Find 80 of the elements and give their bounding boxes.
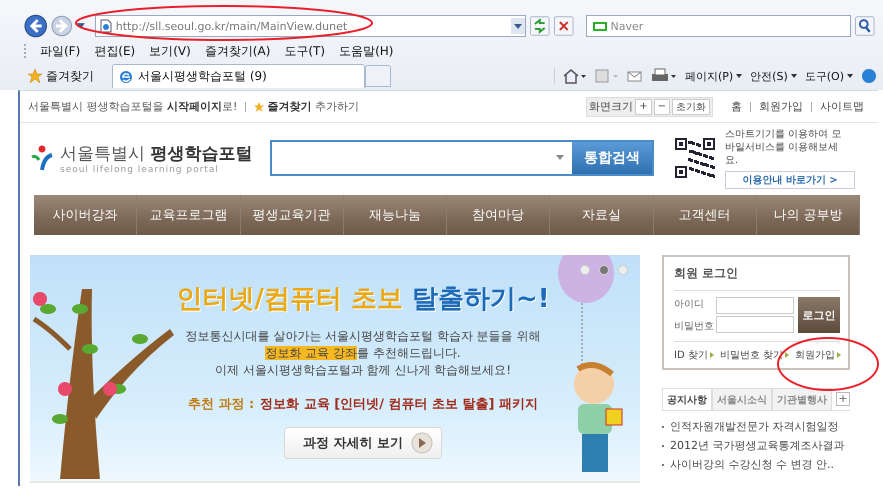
home-icon[interactable] <box>562 68 587 84</box>
arrow-icon <box>837 352 842 358</box>
printer-icon[interactable] <box>650 68 677 84</box>
new-tab-button[interactable] <box>365 65 391 87</box>
caret-icon <box>790 74 797 78</box>
caret-icon <box>736 74 742 78</box>
logo-subtitle: seoul lifelong learning portal <box>60 164 220 174</box>
logo-title[interactable]: 서울특별시 평생학습포털 <box>60 142 252 164</box>
id-field[interactable] <box>716 297 794 314</box>
account-link[interactable]: 회원가입 <box>795 348 842 362</box>
star-icon <box>254 102 264 112</box>
add-favorite-link[interactable]: 즐겨찾기 추가하기 <box>254 99 359 114</box>
top-link[interactable]: 회원가입 <box>759 99 803 114</box>
nav-item[interactable]: 자료실 <box>550 195 654 235</box>
nav-item[interactable]: 고객센터 <box>654 195 757 235</box>
id-label: 아이디 <box>674 298 705 311</box>
top-link[interactable]: 사이트맵 <box>820 99 864 114</box>
login-title: 회원 로그인 <box>674 263 840 291</box>
menu-item[interactable]: 즐겨찾기(A) <box>204 42 270 60</box>
globe-e-icon <box>119 70 133 84</box>
favorites-button[interactable]: 즐겨찾기 <box>24 68 98 84</box>
address-text: http://sll.seoul.go.kr/main/MainView.dunet <box>116 20 348 32</box>
refresh-icon[interactable] <box>530 16 550 36</box>
news-link[interactable]: 사이버강의 수강신청 수 변경 안.. <box>670 457 834 472</box>
news-link[interactable]: 인적자원개발전문가 자격시험일정 <box>670 419 838 434</box>
search-placeholder: Naver <box>610 20 644 32</box>
zoom-reset-button[interactable]: 초기화 <box>672 98 710 114</box>
password-label: 비밀번호 <box>674 320 712 333</box>
star-icon <box>28 69 42 83</box>
zoom-out-button[interactable]: − <box>654 98 670 114</box>
login-button[interactable]: 로그인 <box>798 297 840 333</box>
caret-icon <box>847 74 853 78</box>
page-icon <box>100 19 112 33</box>
search-icon[interactable] <box>855 16 876 36</box>
close-icon[interactable] <box>554 16 574 36</box>
play-icon <box>411 432 434 454</box>
course-name: 정보화 교육 [인터넷/ 컴퓨터 초보 탈출] 패키지 <box>260 396 538 413</box>
more-button[interactable]: + <box>836 392 850 406</box>
course-detail-button[interactable]: 과정 자세히 보기 <box>284 427 442 459</box>
menu-item[interactable]: 도움말(H) <box>339 42 394 60</box>
dropdown-icon[interactable] <box>76 23 85 29</box>
nav-item[interactable]: 평생교육기관 <box>240 195 344 235</box>
zoom-in-button[interactable]: + <box>635 98 652 114</box>
logo-icon[interactable] <box>30 145 54 171</box>
banner-description: 정보통신시대를 살아가는 서울시평생학습포털 학습자 분들을 위해 정보화 교육 강좌를 추천해드립니다. 이제 서울시평생학습포털과 함께 신나게 학습해보세요! <box>185 328 541 379</box>
toolbar-menu[interactable]: 페이지(P) <box>684 68 742 84</box>
nav-item[interactable]: 참여마당 <box>447 195 550 235</box>
dropdown-icon[interactable] <box>511 18 526 34</box>
browser-tab[interactable]: 서울시평생학습포털 (9) <box>112 64 365 88</box>
top-link[interactable]: 홈 <box>731 99 742 114</box>
qr-code-icon <box>675 138 715 178</box>
nav-item[interactable]: 재능나눔 <box>344 195 447 235</box>
feed-icon[interactable] <box>594 68 619 84</box>
arrow-icon <box>710 352 714 358</box>
toolbar-menu[interactable]: 안전(S) <box>750 68 797 84</box>
slide-dot[interactable] <box>618 265 628 275</box>
guide-link-button[interactable]: 이용안내 바로가기 > <box>725 170 855 188</box>
start-page-link[interactable]: 서울특별시 평생학습포털을 시작페이지로! <box>28 99 238 114</box>
toolbar-menu[interactable]: 도구(O) <box>804 68 853 84</box>
nav-item[interactable]: 교육프로그램 <box>137 195 240 235</box>
menu-item[interactable]: 파일(F) <box>40 42 80 60</box>
zoom-label: 화면크기 <box>589 99 634 114</box>
nav-item[interactable]: 사이버강좌 <box>34 195 138 235</box>
news-tab[interactable]: 공지사항 <box>662 388 712 410</box>
nav-item[interactable]: 나의 공부방 <box>756 195 860 235</box>
menu-item[interactable]: 보기(V) <box>149 42 191 60</box>
banner-title: 인터넷/컴퓨터 초보 탈출하기~! <box>176 283 550 316</box>
news-link[interactable]: 2012년 국가평생교육통계조사결과 <box>670 438 844 453</box>
menu-item[interactable]: 편집(E) <box>94 42 136 60</box>
search-provider-icon <box>592 22 607 30</box>
address-field[interactable]: http://sll.seoul.go.kr/main/MainView.dunet <box>94 15 526 37</box>
help-icon[interactable] <box>861 68 877 84</box>
menu-item[interactable]: 도구(T) <box>284 42 326 60</box>
arrow-icon <box>785 352 790 358</box>
course-label: 추천 과정 : <box>188 396 254 413</box>
mobile-service-text: 스마트기기를 이용하여 모바일서비스를 이용해보세요. <box>725 128 842 166</box>
password-field[interactable] <box>716 316 794 333</box>
account-link[interactable]: ID 찾기 <box>674 348 714 362</box>
search-field[interactable]: Naver <box>586 15 852 37</box>
back-button[interactable] <box>24 14 48 38</box>
